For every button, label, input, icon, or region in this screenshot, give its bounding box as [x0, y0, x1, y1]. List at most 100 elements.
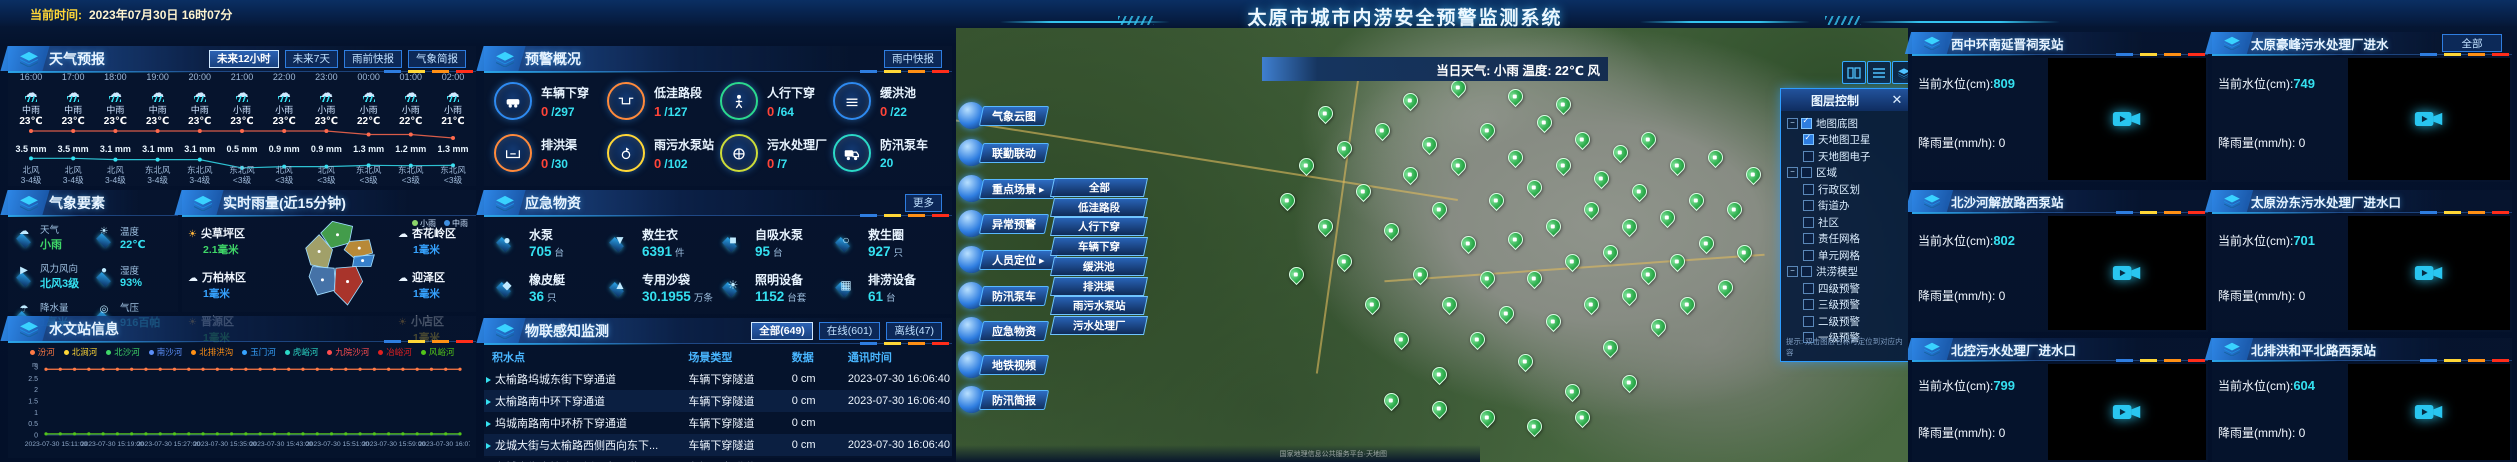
map-marker-icon[interactable] — [1448, 155, 1469, 176]
map-marker-icon[interactable] — [1705, 146, 1726, 167]
map-marker-icon[interactable] — [1381, 389, 1402, 410]
layer-checkbox[interactable] — [1801, 167, 1812, 178]
map-marker-icon[interactable] — [1505, 229, 1526, 250]
layer-checkbox[interactable] — [1801, 266, 1812, 277]
map-marker-icon[interactable] — [1419, 133, 1440, 154]
layer-checkbox[interactable] — [1803, 184, 1814, 195]
hydro-legend-item[interactable]: 汾河 — [30, 346, 55, 358]
map-marker-icon[interactable] — [1362, 294, 1383, 315]
map-marker-icon[interactable] — [1524, 177, 1545, 198]
map-marker-icon[interactable] — [1334, 251, 1355, 272]
map-marker-icon[interactable] — [1591, 168, 1612, 189]
map-marker-icon[interactable] — [1543, 311, 1564, 332]
scene-submenu-7[interactable]: 雨污水泵站 — [1050, 296, 1148, 315]
warning-item[interactable]: 防汛泵车20 — [833, 134, 946, 172]
hydrology-chart[interactable]: m00.511.522.532023-07-30 15:11:002023-07… — [8, 359, 470, 459]
map-marker-icon[interactable] — [1572, 407, 1593, 428]
map-marker-icon[interactable] — [1686, 190, 1707, 211]
scene-submenu-8[interactable]: 污水处理厂 — [1050, 316, 1148, 335]
layer-checkbox[interactable] — [1803, 299, 1814, 310]
iot-table-row[interactable]: 龙城大街太榆路西侧下穿通道车辆下穿隧道0 cm2023-07-30 16:06:… — [484, 456, 952, 462]
map-marker-icon[interactable] — [1543, 216, 1564, 237]
scene-submenu-1[interactable]: 全部 — [1050, 178, 1148, 197]
map-marker-icon[interactable] — [1676, 294, 1697, 315]
map-marker-icon[interactable] — [1619, 216, 1640, 237]
layer-tree-item[interactable]: −区域 — [1787, 165, 1907, 182]
list-button[interactable] — [1867, 61, 1891, 84]
hydro-legend-item[interactable]: 冶峪河 — [378, 346, 412, 358]
map-marker-icon[interactable] — [1581, 198, 1602, 219]
map-button-6[interactable]: 防汛泵车 — [958, 282, 1047, 309]
layer-checkbox[interactable] — [1803, 151, 1814, 162]
layer-checkbox[interactable] — [1803, 233, 1814, 244]
hydro-legend-item[interactable]: 九院沙河 — [327, 346, 369, 358]
video-thumbnail[interactable] — [2048, 364, 2206, 460]
expander-icon[interactable]: − — [1787, 118, 1798, 129]
map-marker-icon[interactable] — [1667, 155, 1688, 176]
video-thumbnail[interactable] — [2048, 58, 2206, 180]
weather-tab-4[interactable]: 气象简报 — [408, 50, 466, 68]
map-marker-icon[interactable] — [1372, 120, 1393, 141]
iot-table-row[interactable]: 龙城大街与太榆路西侧西向东下...车辆下穿隧道0 cm2023-07-30 16… — [484, 434, 952, 456]
map-marker-icon[interactable] — [1381, 220, 1402, 241]
map-marker-icon[interactable] — [1457, 233, 1478, 254]
weather-tab-2[interactable]: 未来7天 — [285, 50, 338, 68]
map-marker-icon[interactable] — [1486, 190, 1507, 211]
layer-tree-item[interactable]: 天地图电子 — [1787, 148, 1907, 165]
hydro-legend-item[interactable]: 北沙河 — [106, 346, 140, 358]
layers-button[interactable] — [1892, 61, 1908, 84]
scene-submenu-2[interactable]: 低洼路段 — [1050, 198, 1148, 217]
map-button-4[interactable]: 异常预警 — [958, 210, 1047, 237]
map-marker-icon[interactable] — [1315, 103, 1336, 124]
supply-item[interactable]: ■自吸水泵95台 — [720, 226, 833, 261]
map-marker-icon[interactable] — [1734, 242, 1755, 263]
layer-tree-item[interactable]: 单元网格 — [1787, 247, 1907, 264]
video-thumbnail[interactable] — [2048, 216, 2206, 330]
map-button-8[interactable]: 地铁视频 — [958, 351, 1047, 378]
supply-item[interactable]: ▼救生衣6391件 — [607, 226, 720, 261]
layer-checkbox[interactable] — [1803, 134, 1814, 145]
warning-item[interactable]: 雨污水泵站0/102 — [607, 134, 720, 172]
map-marker-icon[interactable] — [1410, 264, 1431, 285]
layer-tree-item[interactable]: 社区 — [1787, 214, 1907, 231]
map-marker-icon[interactable] — [1400, 164, 1421, 185]
map-marker-icon[interactable] — [1286, 264, 1307, 285]
map-marker-icon[interactable] — [1714, 277, 1735, 298]
map-marker-icon[interactable] — [1743, 164, 1764, 185]
video-thumbnail[interactable] — [2348, 58, 2510, 180]
map-marker-icon[interactable] — [1600, 242, 1621, 263]
layer-tree-item[interactable]: 责任网格 — [1787, 231, 1907, 248]
layer-checkbox[interactable] — [1801, 118, 1812, 129]
map-marker-icon[interactable] — [1657, 207, 1678, 228]
layer-checkbox[interactable] — [1803, 316, 1814, 327]
map-marker-icon[interactable] — [1315, 216, 1336, 237]
hydro-legend-item[interactable]: 虎峪河 — [285, 346, 319, 358]
iot-tab-1[interactable]: 全部(649) — [751, 322, 813, 340]
layer-tree-item[interactable]: 二级预警 — [1787, 313, 1907, 330]
supply-item[interactable]: ●水泵705台 — [494, 226, 607, 261]
map-marker-icon[interactable] — [1581, 294, 1602, 315]
map-marker-icon[interactable] — [1724, 198, 1745, 219]
hydro-legend-item[interactable]: 南沙河 — [149, 346, 183, 358]
supply-item[interactable]: ◆橡皮艇36只 — [494, 271, 607, 306]
map-marker-icon[interactable] — [1277, 190, 1298, 211]
map-marker-icon[interactable] — [1638, 129, 1659, 150]
map-marker-icon[interactable] — [1695, 233, 1716, 254]
map-marker-icon[interactable] — [1496, 303, 1517, 324]
map-marker-icon[interactable] — [1600, 337, 1621, 358]
layer-checkbox[interactable] — [1803, 250, 1814, 261]
layer-checkbox[interactable] — [1803, 283, 1814, 294]
weather-tab-3[interactable]: 雨前快报 — [344, 50, 402, 68]
hydro-legend-item[interactable]: 风峪河 — [421, 346, 455, 358]
expander-icon[interactable]: − — [1787, 266, 1798, 277]
layer-tree-item[interactable]: 三级预警 — [1787, 297, 1907, 314]
map-button-5[interactable]: 人员定位 ▸ — [958, 246, 1056, 273]
map-marker-icon[interactable] — [1438, 294, 1459, 315]
split-view-button[interactable] — [1842, 61, 1866, 84]
map-marker-icon[interactable] — [1467, 329, 1488, 350]
layer-tree-item[interactable]: 四级预警 — [1787, 280, 1907, 297]
map-marker-icon[interactable] — [1515, 350, 1536, 371]
more-button[interactable]: 更多 — [905, 194, 942, 212]
layer-tree-item[interactable]: −地图底图 — [1787, 115, 1907, 132]
map-button-9[interactable]: 防汛简报 — [958, 386, 1047, 413]
